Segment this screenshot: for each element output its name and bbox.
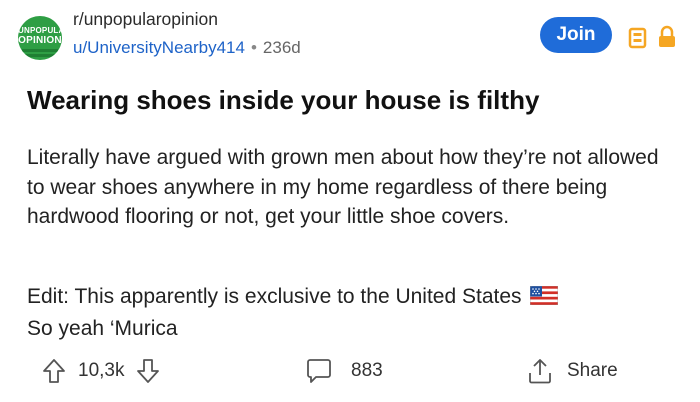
share-icon [527, 357, 553, 385]
comment-count: 883 [351, 360, 383, 381]
subreddit-avatar[interactable]: UNPOPULAR OPINION [18, 16, 62, 60]
edit-line-1: Edit: This apparently is exclusive to th… [27, 285, 522, 308]
post-meta: u/UniversityNearby414 • 236d [73, 38, 301, 58]
post-actions: 10,3k 883 Share [0, 350, 700, 392]
lock-icon [659, 25, 675, 47]
author-link[interactable]: u/UniversityNearby414 [73, 38, 245, 57]
us-flag-icon [529, 284, 558, 314]
comment-icon [305, 357, 333, 385]
upvote-icon[interactable] [42, 358, 66, 384]
share-label: Share [567, 360, 618, 381]
vote-control: 10,3k [42, 350, 160, 392]
share-button[interactable]: Share [527, 350, 618, 392]
subreddit-name[interactable]: r/unpopularopinion [73, 9, 218, 30]
avatar-stripe [22, 54, 58, 57]
join-button[interactable]: Join [540, 17, 612, 53]
avatar-text-line2: OPINION [18, 35, 62, 46]
vote-score: 10,3k [78, 360, 125, 381]
post-edit-note: Edit: This apparently is exclusive to th… [27, 282, 677, 343]
post-body: Literally have argued with grown men abo… [27, 146, 659, 228]
status-icons [628, 25, 678, 49]
comments-button[interactable]: 883 [305, 350, 383, 392]
post-header: UNPOPULAR OPINION r/unpopularopinion u/U… [0, 0, 700, 72]
downvote-icon[interactable] [136, 358, 160, 384]
meta-separator: • [250, 38, 257, 57]
avatar-text-line1: UNPOPULAR [18, 26, 62, 35]
edit-line-2: So yeah ‘Murica [27, 316, 178, 340]
avatar-stripe [22, 49, 58, 52]
post-title[interactable]: Wearing shoes inside your house is filth… [27, 85, 687, 116]
post-age: 236d [262, 38, 301, 57]
